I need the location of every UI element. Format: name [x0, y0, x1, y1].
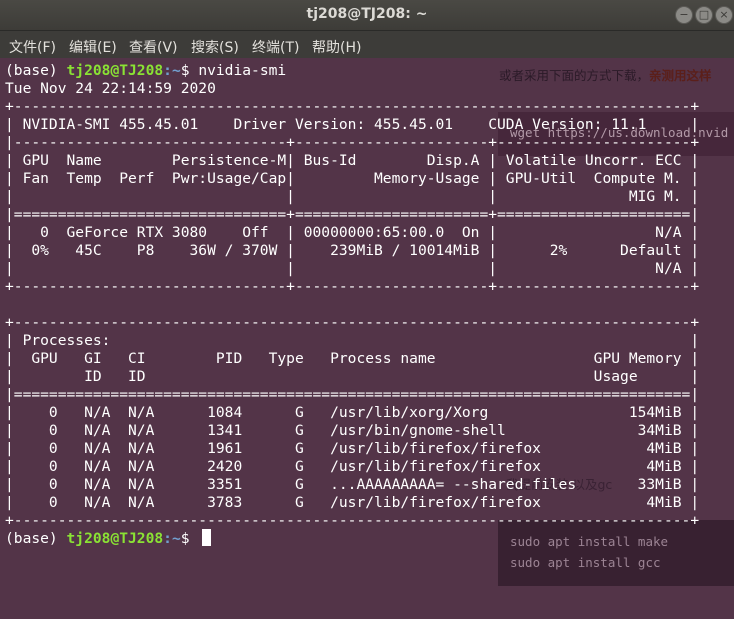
terminal-output: (base) tj208@TJ208:~$ nvidia-smi Tue Nov…	[5, 62, 699, 548]
prompt-symbol: $	[180, 530, 199, 547]
menu-bar: 文件(F) 编辑(E) 查看(V) 搜索(S) 终端(T) 帮助(H)	[0, 31, 734, 58]
menu-edit[interactable]: 编辑(E)	[69, 37, 117, 57]
maximize-button[interactable]: □	[695, 6, 713, 24]
prompt-env: (base)	[5, 62, 67, 79]
prompt-user: tj208@TJ208	[66, 530, 164, 547]
prompt-path: :~	[163, 62, 181, 79]
prompt-user: tj208@TJ208	[66, 62, 164, 79]
menu-search[interactable]: 搜索(S)	[191, 37, 239, 57]
menu-terminal[interactable]: 终端(T)	[252, 37, 299, 57]
nvidia-smi-output: Tue Nov 24 22:14:59 2020 +--------------…	[5, 80, 700, 529]
close-button[interactable]: ×	[715, 6, 733, 24]
terminal-area[interactable]: 或者采用下面的方式下载，亲测用这样 wget https://us.downlo…	[0, 58, 734, 619]
minimize-button[interactable]: −	[675, 6, 693, 24]
background-gcc-command: sudo apt install gcc	[510, 555, 661, 570]
text-cursor	[202, 529, 211, 546]
prompt-path: :~	[163, 530, 181, 547]
command-text: $ nvidia-smi	[180, 62, 287, 79]
menu-file[interactable]: 文件(F)	[9, 37, 56, 57]
menu-help[interactable]: 帮助(H)	[312, 37, 361, 57]
title-bar: tj208@TJ208: ~ − □ ×	[0, 0, 734, 31]
window-title: tj208@TJ208: ~	[306, 6, 428, 22]
menu-view[interactable]: 查看(V)	[129, 37, 178, 57]
prompt-env: (base)	[5, 530, 67, 547]
